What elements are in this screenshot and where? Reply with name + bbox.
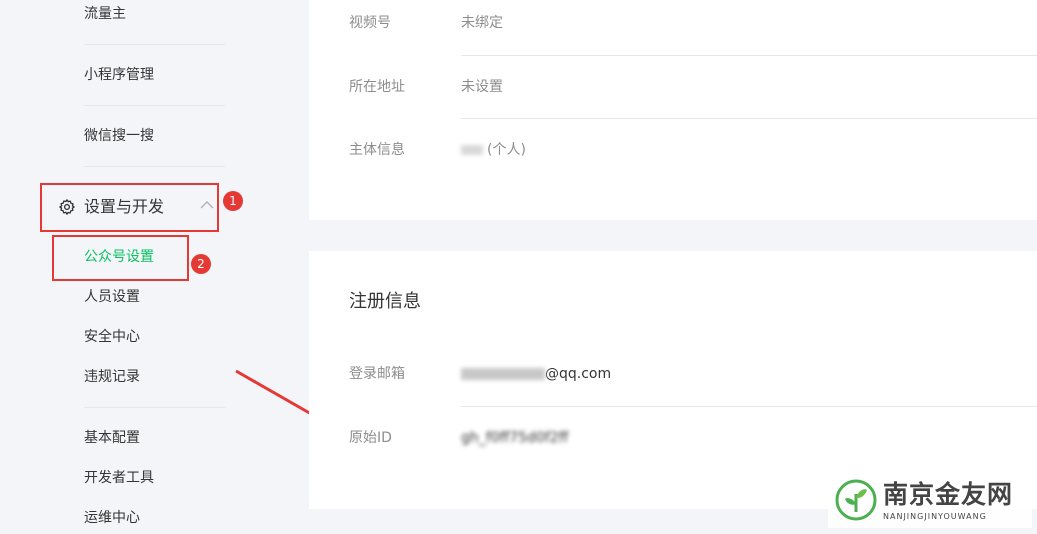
entity-type-text: (个人)	[487, 142, 526, 158]
register-info-card: 注册信息 登录邮箱 @qq.com 原始ID gh_f0ff75d0f2ff	[309, 251, 1037, 509]
address-label: 所在地址	[349, 79, 405, 95]
redacted-email-prefix	[461, 368, 545, 380]
sidebar-item-developer-tools[interactable]: 开发者工具	[84, 468, 154, 488]
row-divider	[461, 55, 1037, 56]
sidebar-divider	[84, 407, 225, 408]
sidebar-divider	[84, 105, 225, 106]
sidebar-item-security-center[interactable]: 安全中心	[84, 327, 140, 347]
annotation-badge-2: 2	[191, 254, 211, 274]
watermark-subtitle: NANJINGJINYOUWANG	[883, 512, 987, 521]
watermark: 南京金友网 NANJINGJINYOUWANG	[828, 472, 1032, 528]
register-section-title: 注册信息	[349, 291, 421, 312]
original-id-value: gh_f0ff75d0f2ff	[461, 428, 568, 448]
login-email-label: 登录邮箱	[349, 366, 405, 382]
sidebar-item-wechat-search[interactable]: 微信搜一搜	[84, 126, 154, 146]
channels-label: 视频号	[349, 15, 391, 31]
redacted-original-id: gh_f0ff75d0f2ff	[461, 430, 569, 446]
watermark-name: 南京金友网	[883, 480, 1014, 509]
address-value: 未设置	[461, 79, 503, 95]
sidebar-item-miniprogram[interactable]: 小程序管理	[84, 65, 154, 85]
redacted-name	[461, 145, 483, 155]
row-divider	[461, 406, 1037, 407]
annotation-badge-1: 1	[223, 191, 243, 211]
leaf-logo-icon	[835, 479, 877, 521]
channels-value: 未绑定	[461, 15, 503, 31]
annotation-box-1	[40, 183, 219, 232]
row-divider	[461, 118, 1037, 119]
annotation-box-2	[52, 235, 189, 281]
sidebar-item-violation-records[interactable]: 违规记录	[84, 367, 140, 387]
sidebar-divider	[84, 44, 225, 45]
sidebar-divider	[84, 166, 225, 167]
entity-label: 主体信息	[349, 142, 405, 158]
sidebar-item-staff-settings[interactable]: 人员设置	[84, 287, 140, 307]
login-email-value: @qq.com	[461, 364, 611, 384]
email-domain-text: @qq.com	[545, 366, 612, 382]
sidebar-item-traffic-master[interactable]: 流量主	[84, 4, 126, 24]
original-id-label: 原始ID	[349, 430, 392, 446]
sidebar-item-ops-center[interactable]: 运维中心	[84, 508, 140, 528]
entity-value: (个人)	[461, 140, 526, 160]
sidebar-item-basic-config[interactable]: 基本配置	[84, 428, 140, 448]
account-info-card: 视频号 未绑定 所在地址 未设置 主体信息 (个人)	[309, 0, 1037, 220]
